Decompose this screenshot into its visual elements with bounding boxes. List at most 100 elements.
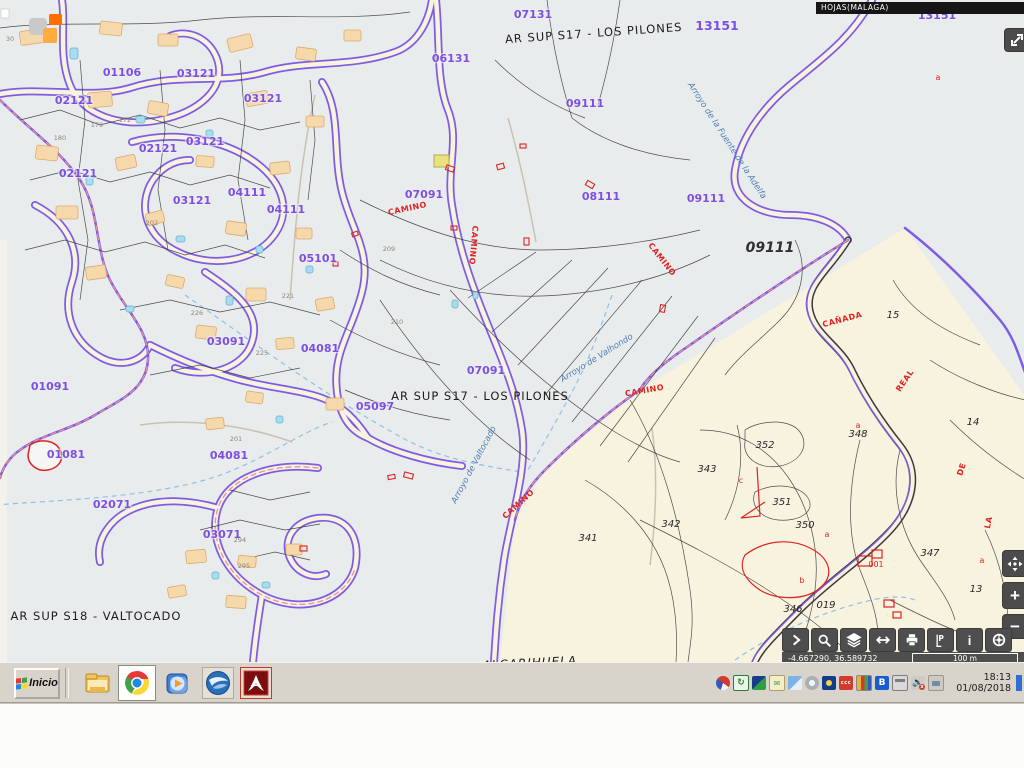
map-label: a	[980, 556, 985, 565]
map-label: 01106	[103, 66, 142, 79]
taskbar: Inicio	[0, 662, 1024, 703]
wheel-icon	[991, 632, 1007, 648]
tray-flower-icon[interactable]	[805, 676, 819, 690]
file-explorer-shortcut[interactable]	[82, 668, 112, 698]
map-label: 352	[755, 440, 774, 451]
map-label: 09111	[687, 192, 725, 205]
map-label: 30	[6, 35, 14, 43]
clock-date: 01/08/2018	[953, 683, 1011, 694]
desktop-empty-area	[0, 703, 1024, 768]
map-label: 13	[970, 584, 983, 595]
map-label: 01081	[47, 448, 85, 461]
map-label: 350	[795, 520, 814, 531]
map-label: 226	[191, 309, 203, 317]
location-pin-button[interactable]: P	[927, 628, 954, 652]
cursor-coordinates: -4.667290, 36.589732	[788, 654, 877, 662]
tray-red-badge-icon[interactable]: ccc	[839, 676, 853, 690]
tray-sync-icon[interactable]: ↻	[733, 675, 749, 691]
map-label: 209	[383, 245, 395, 253]
tray-swirl-icon[interactable]	[716, 676, 730, 690]
map-label: 04111	[228, 186, 266, 199]
cadastral-map[interactable]: 01106 03121 02121 03121 03121 02121 02121 03121…	[0, 0, 1024, 662]
map-label: a	[825, 530, 830, 539]
map-label: b	[799, 576, 804, 585]
map-label: 03121	[173, 194, 211, 207]
map-label: a	[856, 421, 861, 430]
scale-bar: 100 m	[912, 653, 1018, 662]
map-label: 02121	[139, 142, 177, 155]
zoom-search-button[interactable]	[811, 628, 838, 652]
folder-icon	[84, 671, 111, 695]
map-label: 07091	[405, 188, 443, 201]
map-label: 001	[868, 560, 883, 569]
map-label: 03121	[186, 135, 224, 148]
zoom-in-button[interactable]: +	[1002, 582, 1024, 609]
thunderbird-shortcut[interactable]	[202, 667, 234, 699]
fullscreen-expand-button[interactable]	[1004, 28, 1024, 52]
map-label: 221	[282, 292, 294, 300]
chrome-icon	[124, 670, 150, 696]
tray-blue-badge-icon[interactable]	[822, 676, 836, 690]
map-label: 351	[772, 497, 791, 508]
map-label: 341	[578, 533, 597, 544]
map-label: 02121	[55, 94, 93, 107]
map-label: 225	[256, 349, 268, 357]
map-label: 03121	[177, 67, 215, 80]
tray-volume-muted-icon[interactable]: 🔉x	[911, 676, 925, 690]
media-player-icon	[165, 671, 190, 696]
tray-overflow-icon[interactable]	[1016, 675, 1022, 691]
map-label: 347	[920, 548, 940, 559]
pan-mode-button[interactable]	[1002, 550, 1024, 577]
map-label: 06131	[432, 52, 470, 65]
measure-button[interactable]	[869, 628, 896, 652]
chrome-shortcut[interactable]	[118, 665, 156, 701]
map-label: 09111	[746, 240, 795, 256]
windows-logo-icon	[16, 677, 27, 689]
map-label: AR SUP S18 - VALTOCADO	[11, 609, 182, 623]
tray-chart-icon[interactable]	[856, 675, 872, 691]
map-label: 02121	[59, 167, 97, 180]
tray-split-icon[interactable]	[752, 676, 766, 690]
start-button-label: Inicio	[29, 677, 58, 689]
map-label: 03121	[244, 92, 282, 105]
map-label: 07091	[467, 364, 505, 377]
map-label: 15	[887, 310, 900, 321]
navigation-wheel-button[interactable]	[985, 628, 1012, 652]
start-button[interactable]: Inicio	[14, 668, 60, 699]
tray-b-icon[interactable]: B	[875, 676, 889, 690]
expand-icon	[1008, 31, 1024, 49]
taskbar-clock[interactable]: 18:13 01/08/2018	[953, 672, 1011, 694]
print-button[interactable]	[898, 628, 925, 652]
map-label: 201	[230, 435, 242, 443]
taskbar-separator	[65, 668, 69, 698]
media-player-shortcut[interactable]	[162, 668, 192, 698]
acrobat-icon	[243, 670, 269, 696]
map-label: 04081	[210, 449, 248, 462]
printer-icon	[904, 632, 920, 648]
map-label: 019	[816, 600, 835, 611]
layers-button[interactable]	[840, 628, 867, 652]
map-label: 14	[967, 417, 980, 428]
map-label: AR SUP S17 - LOS PILONES	[391, 389, 569, 403]
pan-arrows-icon	[1006, 555, 1024, 573]
panel-toggle-button[interactable]	[782, 628, 809, 652]
map-label: 343	[697, 464, 716, 475]
tray-paint-icon[interactable]	[788, 676, 802, 690]
map-label: 02071	[93, 498, 131, 511]
acrobat-shortcut[interactable]	[240, 667, 272, 699]
map-label: 13151	[695, 18, 739, 33]
map-label: 172	[119, 116, 131, 124]
info-button[interactable]: i	[956, 628, 983, 652]
sheet-title-bar: HOJAS(MALAGA)	[816, 2, 1024, 14]
flag-pin-icon: P	[933, 633, 948, 648]
tray-window-icon[interactable]	[892, 675, 908, 691]
desktop-screen: 01106 03121 02121 03121 03121 02121 02121 03121…	[0, 0, 1024, 768]
gis-map-viewport[interactable]: 01106 03121 02121 03121 03121 02121 02121 03121…	[0, 0, 1024, 662]
tray-mail-icon[interactable]: ✉	[769, 675, 785, 691]
map-label: 04081	[301, 342, 339, 355]
map-label: 05101	[299, 252, 337, 265]
tray-network-icon[interactable]	[928, 675, 944, 691]
thunderbird-icon	[205, 670, 231, 696]
map-label: 180	[54, 134, 66, 142]
map-label: 202	[146, 219, 158, 227]
